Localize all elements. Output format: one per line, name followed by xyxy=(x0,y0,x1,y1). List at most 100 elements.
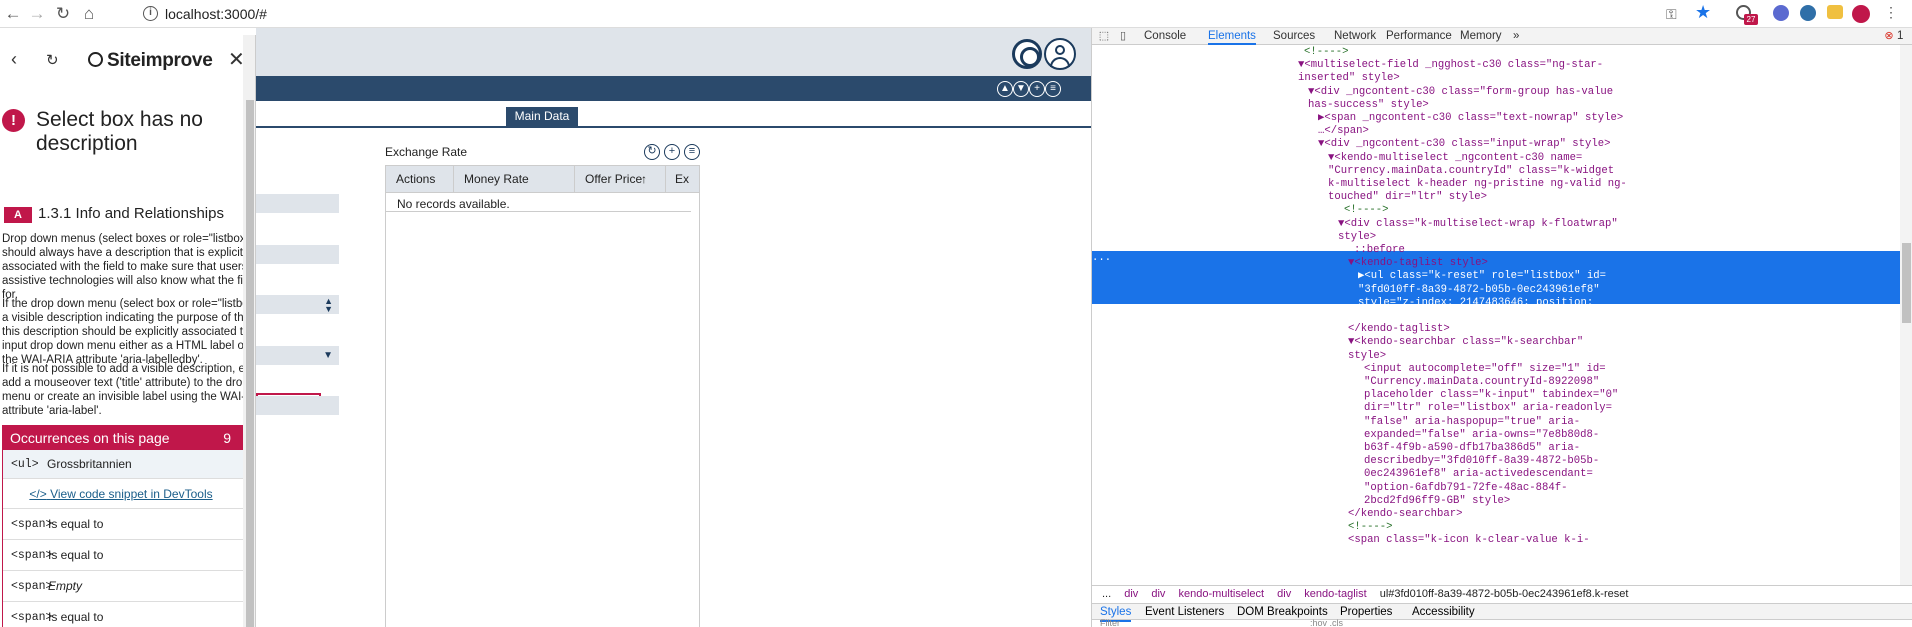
back-icon[interactable]: ← xyxy=(2,3,24,25)
dom-line[interactable]: <!----> xyxy=(1304,46,1349,59)
styles-filter[interactable]: Filter :hov .cls xyxy=(1092,618,1912,627)
dom-line[interactable]: ▼<kendo-searchbar class="k-searchbar" xyxy=(1348,336,1583,349)
dom-line[interactable]: style> xyxy=(1348,350,1386,363)
reload-icon[interactable]: ↻ xyxy=(52,3,74,25)
dom-line[interactable]: touched" dir="ltr" style> xyxy=(1328,191,1487,204)
occurrence-row[interactable]: <span> Is equal to 👁 ﹀ xyxy=(3,509,255,540)
dom-line[interactable]: "false" aria-haspopup="true" aria- xyxy=(1364,416,1580,429)
form-field[interactable] xyxy=(256,396,339,415)
dom-line[interactable]: <input autocomplete="off" size="1" id= xyxy=(1364,363,1606,376)
breadcrumb-item[interactable]: kendo-taglist xyxy=(1304,588,1366,600)
dom-line[interactable]: b63f-4f9b-a590-dfb17ba386d5" aria- xyxy=(1364,442,1580,455)
device-toggle-icon[interactable]: ▯ xyxy=(1117,30,1129,42)
column-header-offer-price[interactable]: Offer Price ↑ xyxy=(575,166,666,193)
tab-event-listeners[interactable]: Event Listeners xyxy=(1145,604,1224,620)
dom-line[interactable]: <span class="k-icon k-clear-value k-i- xyxy=(1348,534,1590,547)
add-icon[interactable]: + xyxy=(664,144,680,160)
dom-line[interactable]: "option-6afdb791-72fe-48ac-884f- xyxy=(1364,482,1567,495)
filter-input[interactable]: Filter xyxy=(1100,618,1120,627)
quantity-stepper[interactable]: ▲ ▼ xyxy=(256,295,339,314)
dom-line[interactable]: relative;">…</ul> == $0 xyxy=(1358,310,1504,323)
stepper-down-icon[interactable]: ▼ xyxy=(324,305,333,314)
dom-line[interactable]: 0ec243961ef8" aria-activedescendant= xyxy=(1364,468,1593,481)
back-icon[interactable]: ‹ xyxy=(11,49,17,70)
occurrence-row[interactable]: <span> Empty 👁 ﹀ xyxy=(3,571,255,602)
dom-line[interactable]: </kendo-searchbar> xyxy=(1348,508,1462,521)
user-icon[interactable] xyxy=(1044,38,1076,70)
avatar[interactable] xyxy=(1852,5,1870,23)
form-field[interactable] xyxy=(256,245,339,264)
forward-icon[interactable]: → xyxy=(26,3,48,25)
dom-line[interactable]: ▼<div class="k-multiselect-wrap k-floatw… xyxy=(1338,218,1618,231)
address-bar[interactable]: i localhost:3000/# xyxy=(135,3,1645,25)
dom-line[interactable]: ▼<kendo-taglist style> xyxy=(1348,257,1488,270)
dom-line[interactable]: dir="ltr" role="listbox" aria-readonly= xyxy=(1364,402,1612,415)
dom-line[interactable]: </kendo-taglist> xyxy=(1348,323,1450,336)
add-icon[interactable]: + xyxy=(1029,81,1045,97)
refresh-icon[interactable]: ↻ xyxy=(46,51,59,69)
list-menu-icon[interactable]: ≡ xyxy=(1045,81,1061,97)
dom-line[interactable]: ▼<div _ngcontent-c30 class="input-wrap" … xyxy=(1318,138,1610,151)
dom-line[interactable]: <!----> xyxy=(1348,521,1393,534)
breadcrumb-item[interactable]: div xyxy=(1151,588,1165,600)
country-dropdown[interactable]: ▼ xyxy=(256,346,339,365)
more-tabs-icon[interactable]: » xyxy=(1513,28,1519,45)
breadcrumb-item[interactable]: ... xyxy=(1102,588,1111,600)
dom-line[interactable]: ▼<multiselect-field _ngghost-c30 class="… xyxy=(1298,59,1603,72)
dom-line[interactable]: "3fd010ff-8a39-4872-b05b-0ec243961ef8" xyxy=(1358,284,1600,297)
dom-line[interactable]: 2bcd2fd96ff9-GB" style> xyxy=(1364,495,1510,508)
dom-tree[interactable]: ... <!----> ▼<multiselect-field _ngghost-… xyxy=(1092,45,1900,585)
dom-line[interactable]: expanded="false" aria-owns="7e8b80d8- xyxy=(1364,429,1599,442)
tab-sources[interactable]: Sources xyxy=(1273,28,1315,45)
form-field[interactable] xyxy=(256,194,339,213)
dom-line[interactable]: ▶<span _ngcontent-c30 class="text-nowrap… xyxy=(1318,112,1623,125)
dom-line[interactable]: has-success" style> xyxy=(1308,99,1429,112)
dom-line[interactable]: …</span> xyxy=(1318,125,1369,138)
devtools-scrollbar-thumb[interactable] xyxy=(1902,243,1911,323)
collapse-up-icon[interactable]: ▲ xyxy=(997,81,1013,97)
home-icon[interactable]: ⌂ xyxy=(78,3,100,25)
tab-properties[interactable]: Properties xyxy=(1340,604,1392,620)
tab-network[interactable]: Network xyxy=(1334,28,1376,45)
dom-line[interactable]: ▶<ul class="k-reset" role="listbox" id= xyxy=(1358,270,1606,283)
chevron-down-icon[interactable]: ▼ xyxy=(323,351,333,361)
dom-line[interactable]: ▼<kendo-multiselect _ngcontent-c30 name= xyxy=(1328,152,1582,165)
tab-memory[interactable]: Memory xyxy=(1460,28,1502,45)
occurrence-row[interactable]: <span> Is equal to 👁 ﹀ xyxy=(3,540,255,571)
dom-line[interactable]: style> xyxy=(1338,231,1376,244)
key-icon[interactable]: ⚿ xyxy=(1666,6,1684,24)
list-menu-icon[interactable]: ≡ xyxy=(684,144,700,160)
profile-extension-icon[interactable] xyxy=(1773,5,1789,21)
tab-main-data[interactable]: Main Data xyxy=(506,107,578,126)
dom-line[interactable]: "Currency.mainData.countryId-8922098" xyxy=(1364,376,1599,389)
hov-cls-toggle[interactable]: :hov .cls xyxy=(1310,618,1343,627)
column-header-actions[interactable]: Actions xyxy=(386,166,454,193)
tab-accessibility[interactable]: Accessibility xyxy=(1412,604,1475,620)
menu-icon[interactable]: ⋮ xyxy=(1884,4,1902,22)
blue-extension-icon[interactable] xyxy=(1800,5,1816,21)
column-header-ex[interactable]: Ex xyxy=(666,166,700,193)
settings-gear-icon[interactable] xyxy=(1012,39,1042,69)
tab-elements[interactable]: Elements xyxy=(1208,28,1256,45)
tab-performance[interactable]: Performance xyxy=(1386,28,1452,45)
breadcrumb-item[interactable]: div xyxy=(1124,588,1138,600)
tab-console[interactable]: Console xyxy=(1144,28,1186,45)
refresh-icon[interactable]: ↻ xyxy=(644,144,660,160)
note-extension-icon[interactable] xyxy=(1827,5,1843,19)
breadcrumb-item[interactable]: kendo-multiselect xyxy=(1178,588,1264,600)
dom-line[interactable]: ::before xyxy=(1354,244,1405,257)
column-header-money-rate[interactable]: Money Rate xyxy=(454,166,575,193)
dom-line[interactable]: k-multiselect k-header ng-pristine ng-va… xyxy=(1328,178,1627,191)
inspect-icon[interactable]: ⬚ xyxy=(1098,30,1110,42)
dom-line[interactable]: describedby="3fd010ff-8a39-4872-b05b- xyxy=(1364,455,1599,468)
breadcrumb-item[interactable]: ul#3fd010ff-8a39-4872-b05b-0ec243961ef8.… xyxy=(1380,588,1629,600)
occurrence-row[interactable]: <span> Is equal to 👁 ﹀ xyxy=(3,602,255,627)
dom-line[interactable]: inserted" style> xyxy=(1298,72,1400,85)
dom-line[interactable]: style="z-index: 2147483646; position: xyxy=(1358,297,1593,310)
star-icon[interactable]: ★ xyxy=(1695,2,1713,22)
view-snippet-link[interactable]: </> View code snippet in DevTools xyxy=(3,479,255,509)
devtools-scrollbar[interactable] xyxy=(1900,45,1912,585)
panel-scrollbar-thumb[interactable] xyxy=(246,100,254,627)
dom-line[interactable]: ▼<div _ngcontent-c30 class="form-group h… xyxy=(1308,86,1613,99)
dom-line[interactable]: "Currency.mainData.countryId" class="k-w… xyxy=(1328,165,1614,178)
